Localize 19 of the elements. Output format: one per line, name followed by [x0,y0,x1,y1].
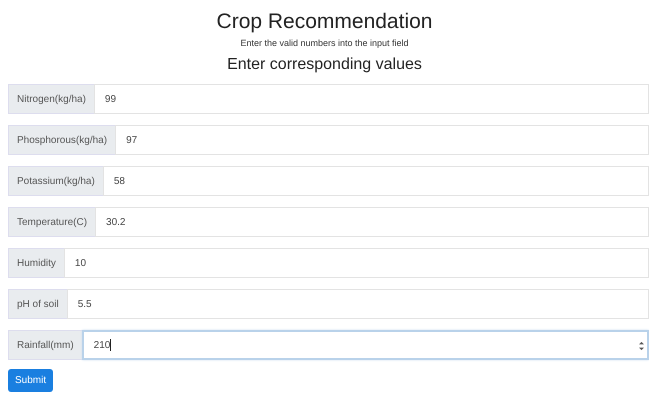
instruction-text: Enter the valid numbers into the input field [240,38,409,48]
input-field[interactable]: 97 [115,125,649,155]
field-label: Humidity [8,248,64,278]
submit-button[interactable]: Submit [8,369,54,392]
input-field[interactable]: 210 [82,330,649,360]
field-label: Nitrogen(kg/ha) [8,84,94,114]
input-field[interactable]: 5.5 [66,289,649,319]
section-heading: Enter corresponding values [227,56,422,74]
input-field[interactable]: 99 [94,84,649,114]
field-label: Phosphorous(kg/ha) [8,125,116,155]
input-field[interactable]: 58 [102,166,649,196]
spinner-icon[interactable] [639,341,644,351]
field-label: pH of soil [8,289,67,319]
field-label: Temperature(C) [8,207,96,237]
input-field[interactable]: 30.2 [95,207,649,237]
field-label: Potassium(kg/ha) [8,166,103,196]
input-field[interactable]: 10 [64,248,649,278]
page-title: Crop Recommendation [216,10,432,34]
field-label: Rainfall(mm) [8,330,82,360]
